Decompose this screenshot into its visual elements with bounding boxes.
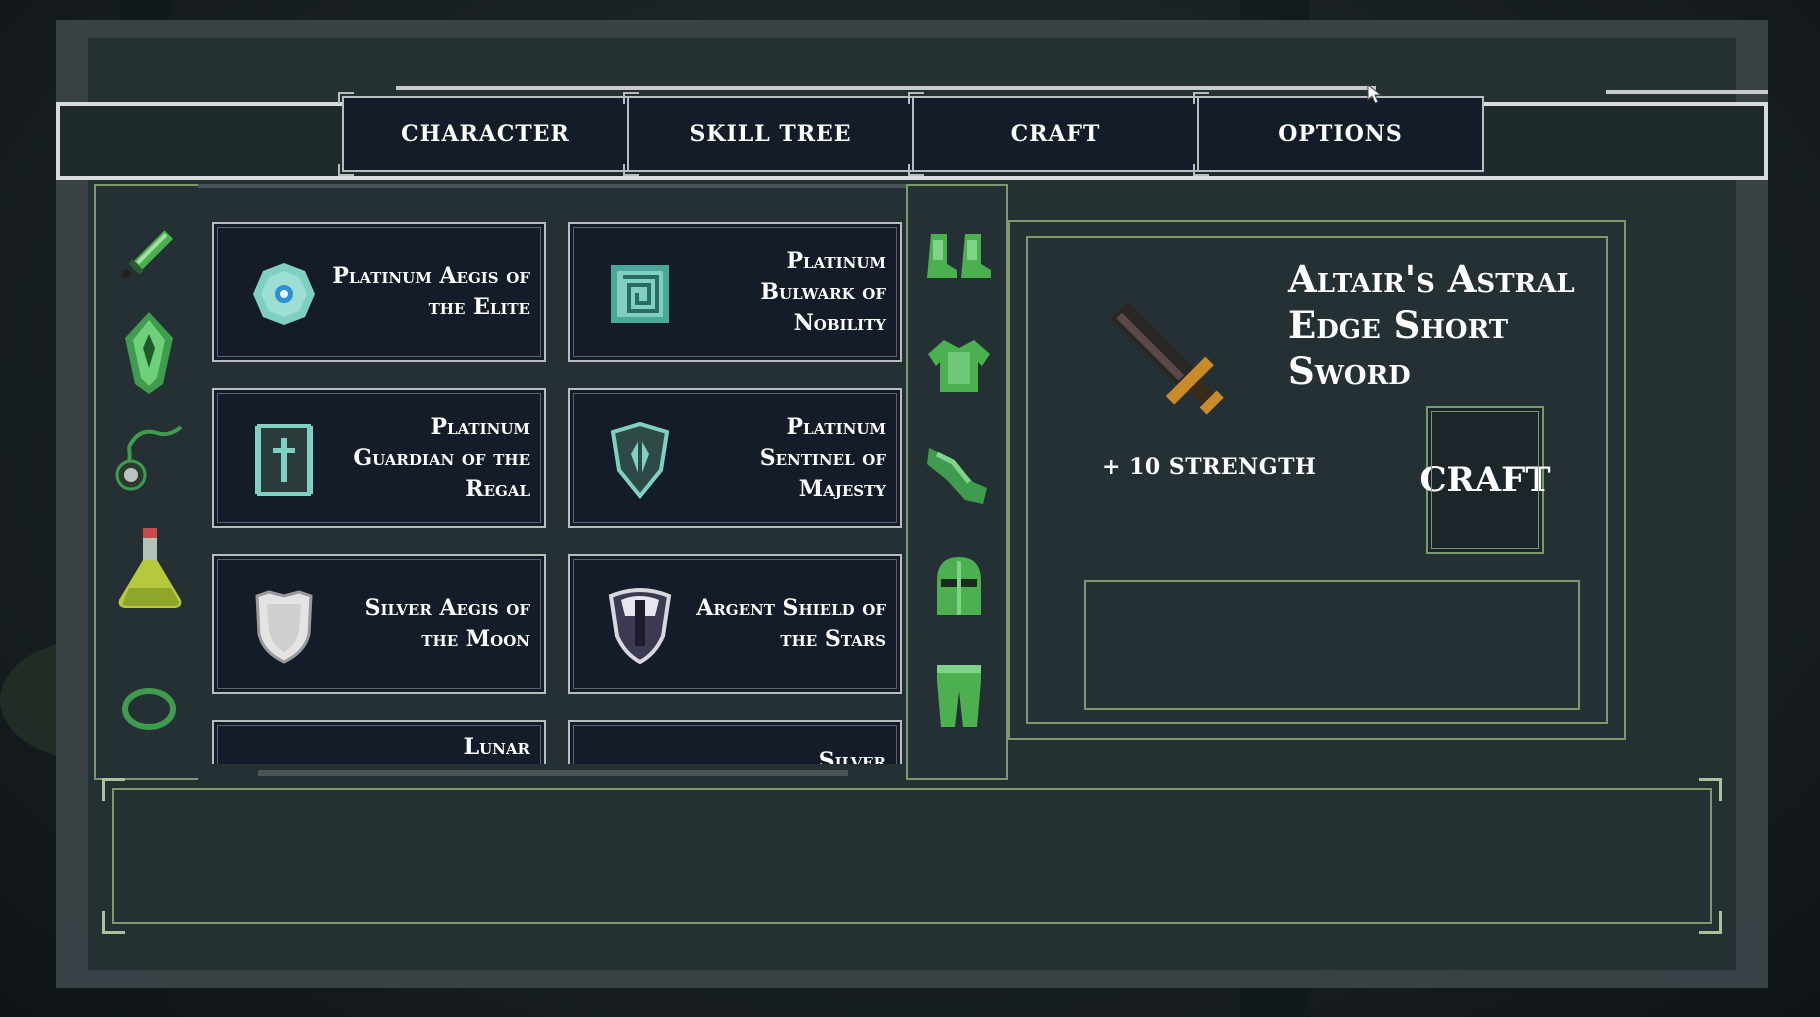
- category-weapons[interactable]: [96, 208, 202, 298]
- tab-label: CHARACTER: [401, 121, 570, 147]
- sword-icon: [122, 230, 174, 278]
- item-icon-holder: [600, 586, 680, 666]
- crystal-shield-icon: [125, 312, 173, 394]
- description-box: [102, 778, 1722, 934]
- boots-icon: [927, 234, 991, 278]
- amulet-icon: [115, 425, 183, 491]
- potion-icon: [118, 528, 182, 608]
- crest-shield-icon: [608, 588, 672, 665]
- item-icon-holder: [600, 420, 680, 500]
- kite-shield-icon: [610, 421, 670, 500]
- header-decor-line-right: [1606, 90, 1768, 94]
- item-icon-holder: [244, 420, 324, 500]
- equip-slot-gauntlet[interactable]: [908, 436, 1010, 516]
- item-name: Lunar: [463, 734, 530, 760]
- corner-ornament: [102, 911, 125, 934]
- tab-corner-ornament: [623, 164, 639, 176]
- item-name: Silver Aegis of the Moon: [364, 595, 530, 652]
- item-stat: + 10 STRENGTH: [1102, 454, 1317, 480]
- equip-slot-legs[interactable]: [908, 656, 1010, 736]
- header-decor-line: [396, 86, 1376, 90]
- tab-corner-ornament: [1193, 92, 1209, 104]
- item-icon-holder: [600, 254, 680, 334]
- chest-armor-icon: [928, 340, 990, 392]
- leg-armor-icon: [937, 665, 981, 727]
- tab-corner-ornament: [338, 164, 354, 176]
- tower-shield-icon: [255, 424, 313, 496]
- tab-corner-ornament: [1193, 164, 1209, 176]
- tab-craft[interactable]: CRAFT: [908, 92, 1199, 176]
- category-amulets[interactable]: [96, 412, 202, 502]
- main-tabs: CHARACTER SKILL TREE CRAFT OPTIONS: [338, 92, 1484, 176]
- tab-corner-ornament: [338, 92, 354, 104]
- item-card[interactable]: Argent Shield of the Stars: [568, 554, 902, 694]
- gauntlet-icon: [927, 448, 987, 504]
- category-sidebar: [94, 184, 200, 780]
- item-card[interactable]: Platinum Guardian of the Regal: [212, 388, 546, 528]
- short-sword-icon: [1110, 301, 1224, 415]
- item-name: Platinum Guardian of the Regal: [353, 413, 530, 502]
- corner-ornament: [1699, 911, 1722, 934]
- item-card[interactable]: Lunar: [212, 720, 546, 768]
- heater-shield-icon: [255, 590, 313, 664]
- tab-character[interactable]: CHARACTER: [338, 92, 629, 176]
- equipment-sidebar: [906, 184, 1008, 780]
- materials-box: [1084, 580, 1580, 710]
- square-shield-icon: [611, 265, 669, 323]
- round-shield-icon: [253, 263, 315, 325]
- equip-slot-boots[interactable]: [908, 216, 1010, 296]
- item-name: Platinum Sentinel of Majesty: [759, 413, 886, 502]
- item-name: Platinum Aegis of the Elite: [332, 263, 530, 320]
- category-potions[interactable]: [96, 524, 202, 614]
- ring-icon: [122, 688, 176, 730]
- tab-label: OPTIONS: [1278, 121, 1403, 147]
- item-card[interactable]: Platinum Bulwark of Nobility: [568, 222, 902, 362]
- item-card[interactable]: Platinum Aegis of the Elite: [212, 222, 546, 362]
- tab-label: SKILL TREE: [689, 121, 852, 147]
- tab-skill-tree[interactable]: SKILL TREE: [623, 92, 914, 176]
- grid-scrollbar[interactable]: [258, 770, 848, 776]
- corner-ornament: [102, 778, 125, 801]
- tab-label: CRAFT: [1010, 121, 1101, 147]
- category-shields[interactable]: [96, 308, 202, 398]
- item-icon-holder: [244, 254, 324, 334]
- item-name: Platinum Bulwark of Nobility: [760, 247, 886, 336]
- category-rings[interactable]: [96, 664, 202, 754]
- item-card[interactable]: Platinum Sentinel of Majesty: [568, 388, 902, 528]
- item-card[interactable]: Silver: [568, 720, 902, 768]
- craft-button[interactable]: CRAFT: [1419, 406, 1551, 554]
- tab-corner-ornament: [908, 164, 924, 176]
- corner-ornament: [1699, 778, 1722, 801]
- tab-options[interactable]: OPTIONS: [1193, 92, 1484, 176]
- item-icon-holder: [244, 586, 324, 666]
- item-name: Silver: [818, 748, 886, 768]
- item-card[interactable]: Silver Aegis of the Moon: [212, 554, 546, 694]
- tab-corner-ornament: [908, 92, 924, 104]
- item-grid: Platinum Aegis of the Elite Platinum Bul…: [198, 184, 910, 768]
- equip-slot-chest[interactable]: [908, 326, 1010, 406]
- item-name: Argent Shield of the Stars: [696, 595, 886, 652]
- tab-corner-ornament: [623, 92, 639, 104]
- item-title: Altair's Astral Edge Short Sword: [1288, 257, 1575, 393]
- mouse-cursor-icon: [1367, 84, 1383, 104]
- equip-slot-helmet[interactable]: [908, 546, 1010, 626]
- helmet-icon: [937, 557, 981, 615]
